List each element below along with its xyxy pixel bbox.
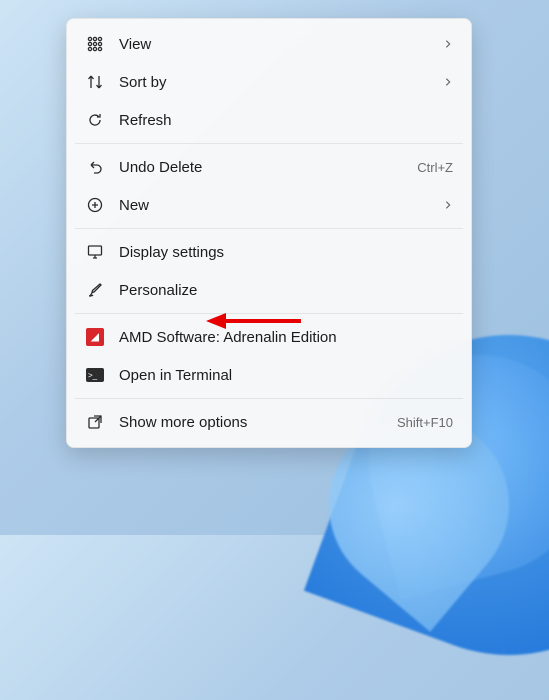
- menu-label: Display settings: [119, 244, 453, 261]
- paintbrush-icon: [85, 280, 105, 300]
- menu-item-terminal[interactable]: >_ Open in Terminal: [73, 356, 465, 394]
- menu-item-sort[interactable]: Sort by: [73, 63, 465, 101]
- menu-item-display-settings[interactable]: Display settings: [73, 233, 465, 271]
- terminal-icon: >_: [85, 365, 105, 385]
- menu-item-undo[interactable]: Undo Delete Ctrl+Z: [73, 148, 465, 186]
- chevron-right-icon: [439, 197, 453, 214]
- menu-label: View: [119, 36, 439, 53]
- menu-label: Undo Delete: [119, 159, 409, 176]
- menu-divider: [75, 398, 463, 399]
- chevron-right-icon: [439, 74, 453, 91]
- menu-item-amd[interactable]: ◢ AMD Software: Adrenalin Edition: [73, 318, 465, 356]
- menu-item-new[interactable]: New: [73, 186, 465, 224]
- menu-item-more-options[interactable]: Show more options Shift+F10: [73, 403, 465, 441]
- desktop-context-menu: View Sort by Refresh Undo Delete Ctrl+Z …: [66, 18, 472, 448]
- menu-shortcut: Ctrl+Z: [417, 160, 453, 175]
- menu-divider: [75, 143, 463, 144]
- menu-item-personalize[interactable]: Personalize: [73, 271, 465, 309]
- menu-item-refresh[interactable]: Refresh: [73, 101, 465, 139]
- menu-divider: [75, 313, 463, 314]
- chevron-right-icon: [439, 36, 453, 53]
- refresh-icon: [85, 110, 105, 130]
- monitor-icon: [85, 242, 105, 262]
- menu-divider: [75, 228, 463, 229]
- menu-label: Personalize: [119, 282, 453, 299]
- menu-label: AMD Software: Adrenalin Edition: [119, 329, 453, 346]
- undo-icon: [85, 157, 105, 177]
- menu-label: Sort by: [119, 74, 439, 91]
- menu-label: Refresh: [119, 112, 453, 129]
- menu-item-view[interactable]: View: [73, 25, 465, 63]
- grid-icon: [85, 34, 105, 54]
- plus-circle-icon: [85, 195, 105, 215]
- menu-label: Show more options: [119, 414, 389, 431]
- menu-label: New: [119, 197, 439, 214]
- amd-icon: ◢: [85, 327, 105, 347]
- menu-label: Open in Terminal: [119, 367, 453, 384]
- open-icon: [85, 412, 105, 432]
- menu-shortcut: Shift+F10: [397, 415, 453, 430]
- sort-icon: [85, 72, 105, 92]
